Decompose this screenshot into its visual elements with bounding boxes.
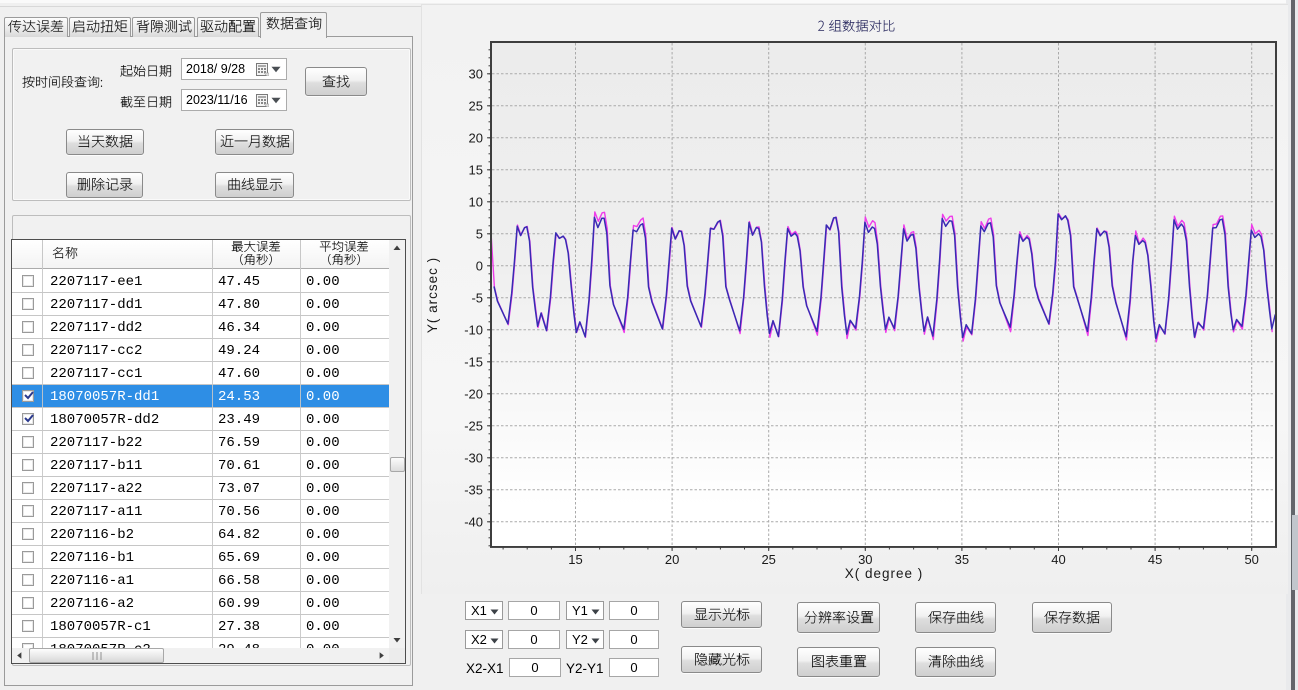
svg-text:-35: -35 xyxy=(464,482,483,497)
svg-text:-15: -15 xyxy=(464,354,483,369)
svg-text:-20: -20 xyxy=(464,386,483,401)
svg-text:45: 45 xyxy=(1148,552,1162,567)
svg-text:-10: -10 xyxy=(464,322,483,337)
svg-text:20: 20 xyxy=(469,130,483,145)
svg-text:15: 15 xyxy=(568,552,582,567)
svg-text:50: 50 xyxy=(1244,552,1258,567)
svg-text:10: 10 xyxy=(469,194,483,209)
svg-text:30: 30 xyxy=(858,552,872,567)
svg-text:-25: -25 xyxy=(464,418,483,433)
svg-text:X( degree ): X( degree ) xyxy=(845,566,924,581)
svg-text:40: 40 xyxy=(1051,552,1065,567)
svg-text:-40: -40 xyxy=(464,514,483,529)
svg-text:Y( arcsec ): Y( arcsec ) xyxy=(425,257,440,333)
svg-text:25: 25 xyxy=(761,552,775,567)
svg-text:35: 35 xyxy=(955,552,969,567)
svg-text:20: 20 xyxy=(665,552,679,567)
svg-text:5: 5 xyxy=(476,226,483,241)
svg-text:25: 25 xyxy=(469,98,483,113)
svg-text:-30: -30 xyxy=(464,450,483,465)
svg-text:0: 0 xyxy=(476,258,483,273)
svg-text:30: 30 xyxy=(469,66,483,81)
svg-text:-5: -5 xyxy=(471,290,483,305)
svg-text:15: 15 xyxy=(469,162,483,177)
